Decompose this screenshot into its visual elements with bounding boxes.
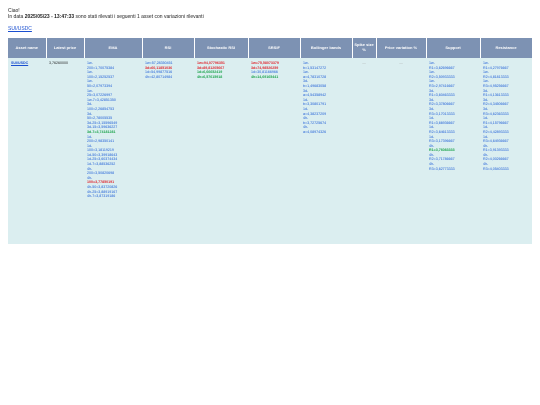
header-rsi: RSI — [142, 38, 195, 58]
cell-rsi: 1w=57,28350451 3d=60,11851036 1d=54,998775… — [142, 58, 194, 244]
header-support: Support — [426, 38, 481, 58]
table-row: SUI/USDC 3,76260000 1w- 200=1,70075384 1w-… — [8, 58, 532, 244]
header-stochastic-rsi: Stochastic RSI — [194, 38, 249, 58]
cell-resistance: 1w- R1=4,27976667 1w- R2=4,81813333 1w- R3=4,… — [480, 58, 532, 244]
header-srsif: SRSIF — [248, 38, 301, 58]
header-ema: EMA — [84, 38, 143, 58]
header-asset-name: Asset name — [8, 38, 47, 58]
intro-message: Ciao! In data 2025\05\23 - 13:47:33 sono… — [8, 8, 204, 20]
header-price-variation: Price variation % — [376, 38, 427, 58]
header-resistance: Resistance — [480, 38, 533, 58]
detection-line: In data 2025\05\23 - 13:47:33 sono stati… — [8, 14, 204, 20]
indicator-line: R3=3,62773333 — [429, 166, 455, 171]
asset-table: Asset name Latest price EMA RSI Stochast… — [8, 38, 533, 244]
cell-srsif: 1w=75,58073379 3d=74,98526259 1d=30,811669… — [248, 58, 300, 244]
indicator-line: 4h=42,80714984 — [145, 74, 173, 79]
indicator-line: a=4,08974326 — [303, 129, 327, 134]
header-bollinger-bands: Bollinger bands — [300, 38, 353, 58]
header-spike-size: Spike size % — [352, 38, 377, 58]
cell-support: 1w- R1=3,62696667 1w- R2=3,50933333 1w- R3=2,… — [426, 58, 480, 244]
cell-stochastic-rsi: 1w=94,07796351 3d=89,81205667 1d=6,6665241… — [194, 58, 248, 244]
row-asset-link[interactable]: SUI/USDC — [11, 61, 28, 65]
cell-price-variation: — — [376, 58, 426, 244]
line-prefix: In data — [8, 14, 25, 20]
indicator-line: 4h=6,57615918 — [197, 74, 223, 79]
cell-ema: 1w- 200=1,70075384 1w- 100=2,15252537 1w- 50=… — [84, 58, 142, 244]
indicator-line: R3=4,05403333 — [483, 166, 509, 171]
header-row: Asset name Latest price EMA RSI Stochast… — [8, 38, 533, 58]
cell-spike-size: — — [352, 58, 376, 244]
header-latest-price: Latest price — [46, 38, 85, 58]
detection-date: 2025\05\23 - 13:47:33 — [24, 14, 75, 20]
cell-latest-price: 3,76260000 — [46, 58, 84, 244]
indicator-line: 4h-7=3,87319186 — [87, 194, 116, 199]
line-suffix: sono stati rilevati i seguenti 1 asset c… — [74, 14, 204, 20]
indicator-line: 4h=14,69165441 — [251, 74, 279, 79]
cell-asset: SUI/USDC — [8, 58, 46, 244]
cell-bollinger-bands: 1w-b=1,53147272 1w-a=4,78310728 3d-b=1,496… — [300, 58, 352, 244]
asset-link-sui-usdc[interactable]: SUI/USDC — [8, 26, 32, 32]
